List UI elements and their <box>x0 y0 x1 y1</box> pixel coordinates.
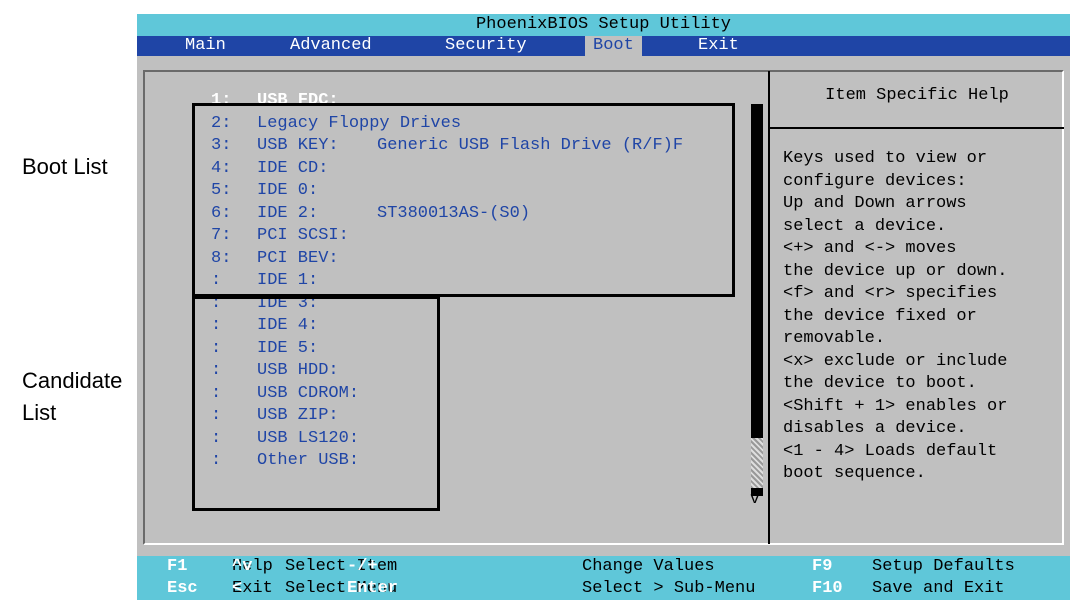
status-bar: F1 Help ^v Select Item -/+ Change Values F9 Set… <box>137 556 1070 600</box>
help-title: Item Specific Help <box>825 86 1009 105</box>
menu-boot[interactable]: Boot <box>585 36 642 56</box>
help-separator <box>770 127 1064 129</box>
help-line: Up and Down arrows <box>783 194 967 213</box>
help-line: disables a device. <box>783 419 967 438</box>
menu-main[interactable]: Main <box>177 36 234 56</box>
shortcut-description: Select Item <box>285 557 398 576</box>
shortcut-description: Save and Exit <box>872 579 1005 598</box>
scroll-down-arrow[interactable]: v <box>750 490 760 508</box>
menu-bar: Main Advanced Security Boot Exit <box>137 36 1070 56</box>
bios-screen: PhoenixBIOS Setup Utility Main Advanced … <box>137 14 1070 600</box>
shortcut-key: ^v <box>232 557 253 576</box>
help-line: removable. <box>783 329 886 348</box>
help-line: boot sequence. <box>783 464 926 483</box>
help-line: the device to boot. <box>783 374 977 393</box>
shortcut-key: F9 <box>812 557 833 576</box>
scrollbar-thumb[interactable] <box>751 438 763 488</box>
shortcut-key: Enter <box>347 579 399 598</box>
help-line: configure devices: <box>783 171 967 191</box>
candidate-list-annotation-1: Candidate <box>22 368 123 393</box>
menu-advanced[interactable]: Advanced <box>282 36 380 56</box>
help-line: select a device. <box>783 216 947 236</box>
help-line: <1 - 4> Loads default <box>783 441 998 461</box>
candidate-list-box <box>192 296 440 511</box>
shortcut-key: -/+ <box>347 557 378 576</box>
help-line: <f> and <r> specifies <box>783 284 998 303</box>
help-line: <+> and <-> moves <box>783 239 957 258</box>
menu-security[interactable]: Security <box>437 36 535 56</box>
shortcut-description: Change Values <box>582 557 715 576</box>
candidate-list-annotation-2: List <box>22 400 57 425</box>
help-line: the device fixed or <box>783 306 977 326</box>
help-line: the device up or down. <box>783 261 1008 281</box>
shortcut-key: F1 <box>167 557 188 576</box>
boot-list-annotation: Boot List <box>22 154 108 179</box>
help-line: <Shift + 1> enables or <box>783 396 1008 416</box>
boot-list-box <box>192 103 735 297</box>
shortcut-key: Esc <box>167 579 198 598</box>
shortcut-key: F10 <box>812 579 843 598</box>
shortcut-key: < <box>232 579 243 598</box>
shortcut-description: Setup Defaults <box>872 557 1015 576</box>
help-line: Keys used to view or <box>783 149 988 168</box>
help-line: <x> exclude or include <box>783 351 1008 371</box>
help-text: Keys used to view or configure devices: Up… <box>783 148 1070 486</box>
bios-title: PhoenixBIOS Setup Utility <box>137 14 1070 36</box>
shortcut-description: Select > Sub-Menu <box>582 579 756 598</box>
help-divider <box>768 71 770 544</box>
menu-exit[interactable]: Exit <box>690 36 747 56</box>
